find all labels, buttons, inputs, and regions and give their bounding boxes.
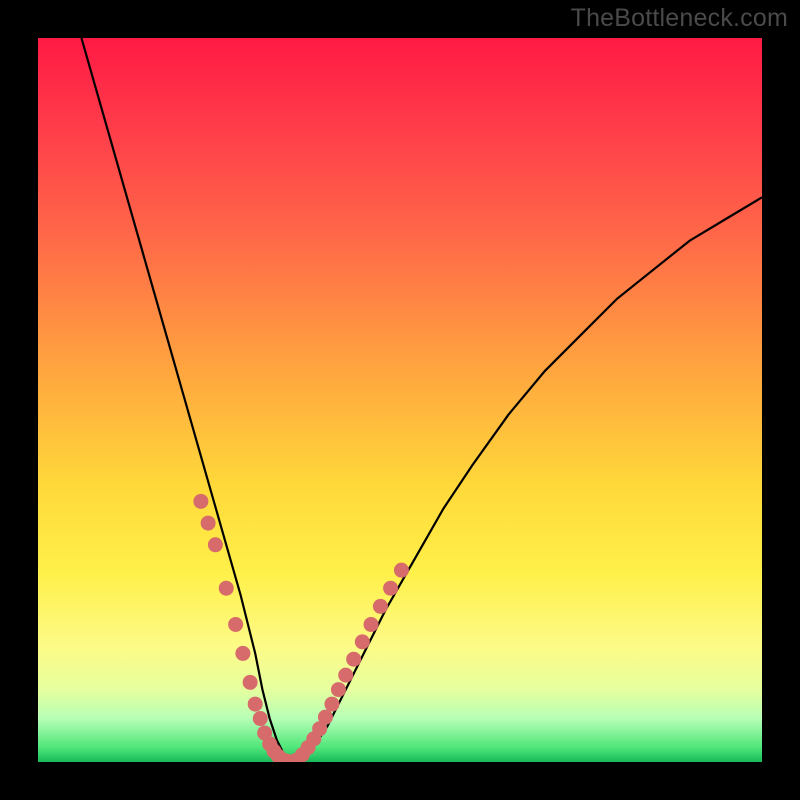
marker-dot <box>394 563 409 578</box>
marker-dot <box>355 634 370 649</box>
marker-dot <box>219 581 234 596</box>
marker-dot <box>201 516 216 531</box>
marker-dot <box>208 537 223 552</box>
marker-dot <box>373 599 388 614</box>
marker-dot <box>318 710 333 725</box>
marker-dot <box>248 697 263 712</box>
marker-dot <box>324 697 339 712</box>
marker-dot <box>364 617 379 632</box>
plot-area <box>38 38 762 762</box>
chart-frame: TheBottleneck.com <box>0 0 800 800</box>
highlight-markers <box>193 494 409 762</box>
curve-layer <box>38 38 762 762</box>
bottleneck-curve <box>81 38 762 762</box>
marker-dot <box>338 668 353 683</box>
marker-dot <box>346 652 361 667</box>
marker-dot <box>235 646 250 661</box>
marker-dot <box>253 711 268 726</box>
marker-dot <box>228 617 243 632</box>
marker-dot <box>383 581 398 596</box>
marker-dot <box>331 682 346 697</box>
marker-dot <box>193 494 208 509</box>
watermark-text: TheBottleneck.com <box>571 4 788 33</box>
marker-dot <box>243 675 258 690</box>
